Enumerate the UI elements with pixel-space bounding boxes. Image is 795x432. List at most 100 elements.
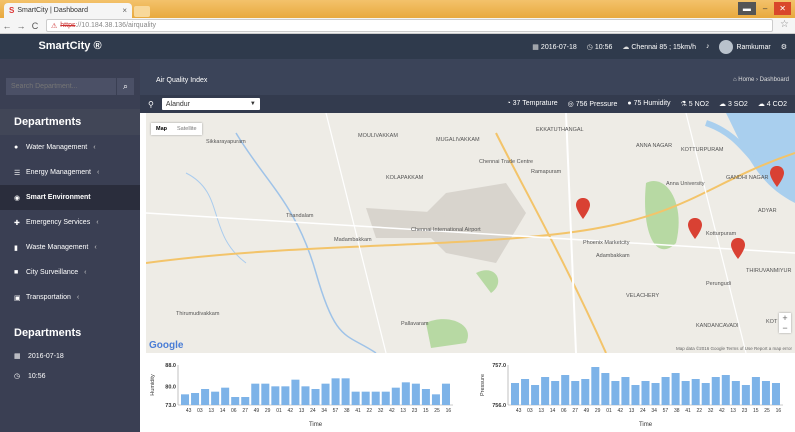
caret-down-icon: ▼ <box>249 101 256 107</box>
window-minimize-button[interactable]: – <box>758 2 772 15</box>
url-input[interactable]: ⚠ https ://10.184.38.136/airquality <box>46 19 773 32</box>
map-airport <box>366 208 446 238</box>
notification-icon[interactable]: ♪ <box>706 43 710 50</box>
sidebar-item-waste-management[interactable]: ▮ Waste Management ‹ <box>0 235 140 260</box>
map-label: Kotturpuram <box>706 231 737 237</box>
map-label: THIRUVANMIYUR <box>746 268 792 274</box>
sidebar-time: ◷ 10:56 <box>0 366 140 386</box>
sidebar-item-smart-environment[interactable]: ◉ Smart Environment <box>0 185 140 210</box>
x-tick-label: 32 <box>378 408 384 414</box>
map-type-map[interactable]: Map <box>151 123 172 135</box>
x-tick-label: 24 <box>310 408 316 414</box>
x-tick-label: 14 <box>220 408 226 414</box>
map-label: MOULIVAKKAM <box>358 133 398 139</box>
x-tick-label: 41 <box>685 408 691 414</box>
avatar <box>719 39 734 54</box>
bar <box>291 379 300 405</box>
window-close-button[interactable]: ✕ <box>774 2 791 15</box>
x-tick-label: 13 <box>538 408 544 414</box>
window-controls: ▬ – ✕ <box>737 2 791 15</box>
y-tick-label: 73.0 <box>165 403 176 409</box>
map-label: KOLAPAKKAM <box>386 175 424 181</box>
trash-icon: ▮ <box>14 244 18 252</box>
map-attribution[interactable]: Map data ©2016 Google Terms of Use Repor… <box>676 346 792 351</box>
y-axis-label: Pressure <box>480 374 486 396</box>
new-tab-button[interactable] <box>134 6 150 17</box>
sidebar-item-water-management[interactable]: ● Water Management ‹ <box>0 135 140 160</box>
x-tick-label: 43 <box>186 408 192 414</box>
tab-close-icon[interactable]: × <box>122 6 127 15</box>
metric-co2: ☁ 4 CO2 <box>757 101 787 108</box>
bar <box>741 385 750 405</box>
bar <box>601 373 610 405</box>
tint-icon: ● <box>14 144 19 151</box>
y-tick-label: 756.0 <box>492 403 506 409</box>
back-icon[interactable]: ← <box>0 21 14 31</box>
user-menu[interactable]: Ramkumar <box>719 39 771 54</box>
search-button[interactable]: ⌕ <box>116 78 134 95</box>
zoom-in-button[interactable]: + <box>779 313 791 323</box>
bar <box>771 383 780 405</box>
window-profile-button[interactable]: ▬ <box>737 2 756 15</box>
sidebar-item-label: Emergency Services <box>26 219 91 226</box>
map-type-satellite[interactable]: Satellite <box>172 123 202 135</box>
app-header: SmartCity ® ▦ 2016-07-18 ◷ 10:56 ☁ Chennai … <box>0 34 795 59</box>
search-input[interactable] <box>6 78 116 95</box>
bar <box>191 393 200 405</box>
humidity-chart: Humidity 88.0 80.0 73.0 43 03 13 14 06 27 49 29 01 42… <box>148 361 458 431</box>
globe-icon: ◉ <box>14 194 21 202</box>
x-tick-label: 16 <box>776 408 782 414</box>
x-tick-label: 03 <box>527 408 533 414</box>
map-label: Chennai Trade Centre <box>479 159 534 165</box>
x-tick-label: 15 <box>753 408 759 414</box>
sidebar-item-transportation[interactable]: ▣ Transportation ‹ <box>0 285 140 310</box>
metric-temperature: ◔ 37 Temprature <box>506 100 558 107</box>
bar <box>221 387 230 405</box>
brand-logo[interactable]: SmartCity ® <box>0 34 140 59</box>
reload-icon[interactable]: C <box>28 21 42 31</box>
bar <box>361 391 370 405</box>
google-logo: Google <box>149 340 184 351</box>
map-label: Pallavaram <box>401 321 429 327</box>
x-tick-label: 23 <box>412 408 418 414</box>
sidebar-item-label: Energy Management <box>26 169 91 176</box>
bar <box>571 381 580 405</box>
cloud-icon: ☁ <box>719 101 728 108</box>
bookmark-star-icon[interactable]: ☆ <box>780 19 789 30</box>
sidebar-time-value: 10:56 <box>28 372 46 380</box>
x-tick-label: 14 <box>550 408 556 414</box>
x-tick-label: 49 <box>254 408 260 414</box>
sidebar-heading: Departments <box>0 109 140 135</box>
forward-icon[interactable]: → <box>14 21 28 31</box>
charts-panel: Humidity 88.0 80.0 73.0 43 03 13 14 06 27 49 29 01 42… <box>140 353 795 432</box>
camera-icon: ■ <box>14 269 19 276</box>
settings-icon[interactable]: ⚙ <box>781 43 787 51</box>
zoom-out-button[interactable]: − <box>779 323 791 333</box>
bar <box>701 383 710 405</box>
map-marker-icon: ⚲ <box>148 99 154 109</box>
browser-tab[interactable]: S SmartCity | Dashboard × <box>4 3 132 18</box>
map-view[interactable]: Map Satellite MOULIVAKKAM MUGALIVAKKAM E… <box>146 113 795 353</box>
bar <box>391 387 400 405</box>
lifebuoy-icon: ✚ <box>14 219 20 227</box>
bar <box>321 383 330 405</box>
calendar-icon: ▦ <box>532 43 539 51</box>
sidebar-item-label: Smart Environment <box>26 194 91 201</box>
tab-title: SmartCity | Dashboard <box>17 7 89 14</box>
gauge-icon: ◎ <box>567 101 576 108</box>
bar <box>581 379 590 405</box>
url-protocol: https <box>60 22 76 29</box>
x-tick-label: 16 <box>446 408 452 414</box>
address-bar: ← → C ⚠ https ://10.184.38.136/airqualit… <box>0 18 795 34</box>
x-tick-label: 42 <box>719 408 725 414</box>
x-tick-label: 41 <box>355 408 361 414</box>
sidebar-item-emergency-services[interactable]: ✚ Emergency Services ‹ <box>0 210 140 235</box>
sidebar-item-label: Water Management <box>26 144 88 151</box>
breadcrumb-home[interactable]: Home <box>738 77 754 83</box>
sidebar-item-city-surveillance[interactable]: ■ City Surveillance ‹ <box>0 260 140 285</box>
header-time: ◷ 10:56 <box>586 43 613 51</box>
bar <box>431 394 440 405</box>
location-select[interactable]: Alandur ▼ <box>161 98 260 110</box>
sidebar-item-energy-management[interactable]: ☰ Energy Management ‹ <box>0 160 140 185</box>
bar <box>341 378 350 405</box>
